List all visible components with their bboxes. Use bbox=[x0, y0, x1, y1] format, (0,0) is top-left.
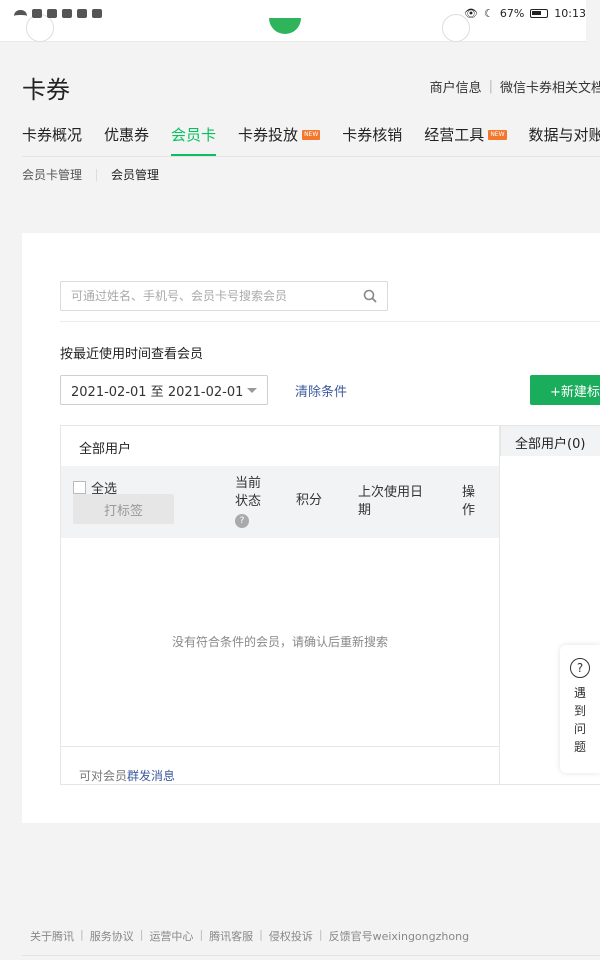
tab-business-tools[interactable]: 经营工具 NEW bbox=[424, 124, 507, 154]
help-label: 遇到问题 bbox=[573, 686, 586, 754]
filter-label: 按最近使用时间查看会员 bbox=[60, 347, 204, 362]
footer-link[interactable]: 运营中心 bbox=[149, 928, 193, 944]
subtab-member-management[interactable]: 会员管理 bbox=[111, 166, 159, 183]
tab-overview[interactable]: 卡券概况 bbox=[22, 124, 82, 154]
clock: 10:13 bbox=[554, 6, 586, 20]
column-points: 积分 bbox=[296, 493, 323, 508]
top-links: 商户信息 | 微信卡券相关文档 bbox=[430, 77, 600, 96]
docs-link[interactable]: 微信卡券相关文档 bbox=[500, 77, 600, 96]
tab-member-card[interactable]: 会员卡 bbox=[171, 124, 217, 156]
mail-icon bbox=[92, 8, 102, 18]
wifi-icon bbox=[14, 10, 27, 16]
footer-link[interactable]: 关于腾讯 bbox=[30, 928, 74, 944]
main-tabs: 卡券概况 优惠券 会员卡 卡券投放 NEW 卡券核销 经营工具 NEW 数据与对账 bbox=[22, 124, 600, 156]
link-divider: | bbox=[488, 79, 493, 94]
subtab-divider bbox=[96, 168, 98, 181]
tab-label: 数据与对账 bbox=[528, 126, 600, 144]
tab-label: 会员卡 bbox=[171, 126, 217, 144]
footer-link[interactable]: 反馈官号weixingongzhong bbox=[329, 928, 469, 944]
tab-coupons[interactable]: 优惠券 bbox=[104, 124, 149, 154]
tabs-divider bbox=[22, 156, 600, 157]
moon-icon: ☾ bbox=[483, 6, 494, 20]
sub-tabs: 会员卡管理 会员管理 bbox=[22, 166, 159, 183]
date-range-picker[interactable]: 2021-02-01 至 2021-02-01 bbox=[60, 375, 268, 405]
footer-prefix: 可对会员 bbox=[79, 769, 128, 783]
tab-data-reconciliation[interactable]: 数据与对账 bbox=[529, 124, 600, 154]
page-title: 卡券 bbox=[22, 76, 70, 104]
chevron-down-icon bbox=[247, 387, 257, 393]
tab-label: 卡券投放 bbox=[238, 126, 299, 144]
table-header: 全选 打标签 当前状态 ? 积分 上次使用日期 操作 bbox=[61, 466, 499, 538]
tab-redemption[interactable]: 卡券核销 bbox=[342, 124, 402, 154]
shield-icon bbox=[77, 8, 87, 18]
status-icons bbox=[14, 8, 102, 18]
footer-sep: | bbox=[139, 928, 144, 941]
tab-distribution[interactable]: 卡券投放 NEW bbox=[238, 124, 321, 154]
notification-icon bbox=[47, 8, 57, 18]
column-actions: 操作 bbox=[462, 485, 476, 518]
tag-panel-header[interactable]: 全部用户(0) bbox=[500, 426, 600, 456]
tab-label: 经营工具 bbox=[424, 126, 485, 144]
member-table-panel: 全部用户 全选 打标签 当前状态 ? 积分 上次使用日期 操作 没有符合条件的会… bbox=[60, 425, 500, 785]
section-divider bbox=[60, 321, 600, 322]
footer-link[interactable]: 服务协议 bbox=[90, 928, 134, 944]
column-status: 当前状态 ? bbox=[235, 475, 271, 529]
search-icon[interactable] bbox=[363, 289, 377, 303]
footer-sep: | bbox=[318, 928, 323, 941]
tag-button[interactable]: 打标签 bbox=[73, 494, 174, 524]
eye-icon: 👁 bbox=[464, 6, 478, 20]
search-box bbox=[60, 281, 388, 311]
tab-label: 优惠券 bbox=[104, 126, 150, 144]
date-range-value: 2021-02-01 至 2021-02-01 bbox=[71, 384, 244, 400]
subtab-card-management[interactable]: 会员卡管理 bbox=[22, 166, 82, 183]
cloud-icon bbox=[32, 8, 42, 18]
tab-label: 卡券概况 bbox=[22, 126, 83, 144]
bottom-divider bbox=[22, 955, 600, 956]
panel-footer-divider bbox=[61, 746, 499, 747]
clear-filter-link[interactable]: 清除条件 bbox=[295, 381, 347, 400]
app-icon bbox=[62, 8, 72, 18]
new-badge: NEW bbox=[488, 129, 507, 140]
status-bar: 👁 ☾ 67% 10:13 bbox=[0, 0, 600, 26]
empty-message: 没有符合条件的会员，请确认后重新搜索 bbox=[171, 635, 388, 649]
tab-label: 卡券核销 bbox=[342, 126, 403, 144]
new-tag-button[interactable]: +新建标签 bbox=[530, 375, 600, 405]
footer-link[interactable]: 侵权投诉 bbox=[269, 928, 313, 944]
new-badge: NEW bbox=[302, 129, 321, 140]
footer-sep: | bbox=[259, 928, 263, 941]
footer-sep: | bbox=[199, 928, 204, 941]
footer-links: 关于腾讯 | 服务协议 | 运营中心 | 腾讯客服 | 侵权投诉 | 反馈官号weixin… bbox=[30, 928, 469, 944]
panel-title: 全部用户 bbox=[79, 442, 132, 457]
footer-sep: | bbox=[80, 928, 84, 941]
content-card: 按最近使用时间查看会员 2021-02-01 至 2021-02-01 清除条件… bbox=[22, 233, 600, 823]
mass-message-link[interactable]: 群发消息 bbox=[127, 769, 175, 783]
battery-icon bbox=[530, 8, 549, 18]
footer-link[interactable]: 腾讯客服 bbox=[209, 928, 253, 944]
battery-percent: 67% bbox=[499, 6, 525, 20]
select-all-checkbox[interactable] bbox=[73, 481, 86, 494]
column-last-used: 上次使用日期 bbox=[358, 485, 424, 518]
merchant-info-link[interactable]: 商户信息 bbox=[430, 77, 482, 96]
help-widget[interactable]: ? 遇到问题 bbox=[560, 645, 600, 773]
panel-footer: 可对会员群发消息 bbox=[79, 767, 175, 784]
question-icon[interactable]: ? bbox=[235, 514, 249, 528]
column-label: 当前状态 bbox=[235, 476, 262, 509]
help-icon: ? bbox=[570, 658, 590, 678]
search-input[interactable] bbox=[71, 289, 363, 303]
status-right: 👁 ☾ 67% 10:13 bbox=[464, 7, 586, 20]
